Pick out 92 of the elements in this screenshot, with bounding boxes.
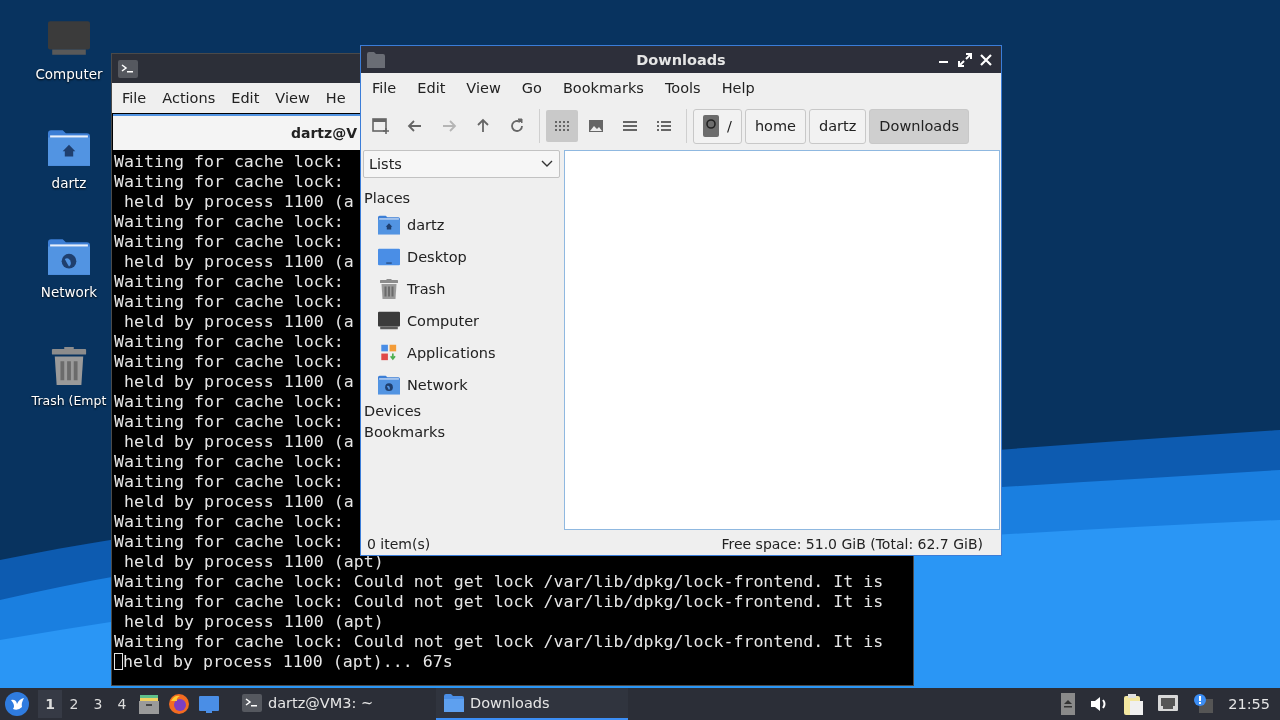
computer-icon <box>48 20 90 58</box>
tab-title: dartz@V <box>291 125 358 141</box>
section-heading[interactable]: Places <box>363 188 562 209</box>
maximize-button[interactable] <box>956 50 974 69</box>
terminal-line: Waiting for cache lock: <box>114 211 344 231</box>
terminal-line: Waiting for cache lock: <box>114 231 344 251</box>
menu-item[interactable]: Actions <box>154 87 224 109</box>
chevron-down-icon <box>541 160 553 168</box>
taskbar-button[interactable]: dartz@VM3: ~ <box>234 688 426 720</box>
menu-item[interactable]: View <box>267 87 318 109</box>
window-title: Downloads <box>635 51 727 68</box>
sidebar-item[interactable]: Desktop <box>363 241 562 273</box>
terminal-line: held by process 1100 (a <box>123 431 354 451</box>
sidebar-item[interactable]: Computer <box>363 305 562 337</box>
path-button[interactable]: home <box>744 108 806 144</box>
path-button[interactable]: dartz <box>809 108 867 144</box>
terminal-tab[interactable]: dartz@V <box>113 116 357 150</box>
section-heading[interactable]: Bookmarks <box>363 422 562 443</box>
menu-item[interactable]: Bookmarks <box>551 77 654 99</box>
desktop-icon-label[interactable]: Network <box>40 284 98 300</box>
terminal-line: Waiting for cache lock: <box>114 391 344 411</box>
workspace-button[interactable]: 4 <box>110 690 134 718</box>
terminal-line: held by process 1100 (a <box>123 251 354 271</box>
menu-item[interactable]: He <box>317 87 354 109</box>
home-folder-icon <box>48 129 90 167</box>
desktop-icon <box>378 247 400 267</box>
sidebar-item[interactable]: dartz <box>363 209 562 241</box>
menu-item[interactable]: Tools <box>653 77 711 99</box>
network-folder-icon <box>378 375 400 395</box>
new-tab-icon <box>371 116 391 136</box>
terminal-line: Waiting for cache lock: <box>114 511 344 531</box>
desktop-icon-label[interactable]: dartz <box>51 175 87 191</box>
workspace-button[interactable]: 1 <box>38 690 62 718</box>
terminal-icon <box>118 59 138 78</box>
terminal-line: held by process 1100 (a <box>123 371 354 391</box>
terminal-line: held by process 1100 (a <box>123 191 354 211</box>
sidebar-item[interactable]: Network <box>363 369 562 401</box>
menu-item[interactable]: View <box>455 77 511 99</box>
trash-icon <box>378 279 400 299</box>
sidebar-item[interactable]: Trash <box>363 273 562 305</box>
desktop-icon[interactable] <box>198 693 220 715</box>
terminal-line: Waiting for cache lock: Could not get lock /var/lib/dpkg/lock-frontend. It is <box>114 631 884 651</box>
terminal-line: held by process 1100 (a <box>123 491 354 511</box>
taskbar-button[interactable]: Downloads <box>436 688 628 720</box>
sidebar-dropdown[interactable]: Lists <box>363 150 560 178</box>
icon-view-button[interactable] <box>546 110 578 142</box>
app-menu-button[interactable] <box>4 691 30 717</box>
path-button[interactable]: Downloads <box>869 108 969 144</box>
terminal-line: Waiting for cache lock: <box>114 331 344 351</box>
workspace-button[interactable]: 3 <box>86 690 110 718</box>
clipboard-icon[interactable] <box>1123 693 1144 715</box>
terminal-line: held by process 1100 (apt)... 67s <box>123 651 453 671</box>
folder-icon <box>367 51 385 68</box>
computer-icon <box>378 311 400 331</box>
terminal-line: Waiting for cache lock: <box>114 451 344 471</box>
clock[interactable]: 21:55 <box>1228 696 1270 712</box>
item-count: 0 item(s) <box>367 536 431 552</box>
terminal-line: Waiting for cache lock: <box>114 291 344 311</box>
terminal-line: Waiting for cache lock: <box>114 411 344 431</box>
notification-icon[interactable] <box>1193 693 1216 715</box>
file-cabinet-icon[interactable] <box>138 693 160 715</box>
desktop-icon-label[interactable]: Computer <box>35 66 103 82</box>
desktop-icon-label[interactable]: Trash (Empt <box>31 393 107 408</box>
terminal-line: Waiting for cache lock: <box>114 151 344 171</box>
terminal-line: Waiting for cache lock: Could not get lock /var/lib/dpkg/lock-frontend. It is <box>114 571 884 591</box>
eject-icon[interactable] <box>1061 693 1076 715</box>
menu-item[interactable]: Help <box>710 77 765 99</box>
terminal-icon <box>242 694 262 712</box>
terminal-line: held by process 1100 (a <box>123 311 354 331</box>
menu-item[interactable]: Edit <box>223 87 268 109</box>
menu-item[interactable]: File <box>361 77 407 99</box>
terminal-line: held by process 1100 (apt) <box>123 611 384 631</box>
terminal-line: held by process 1100 (apt) <box>123 551 384 571</box>
terminal-line: Waiting for cache lock: <box>114 471 344 491</box>
menu-item[interactable]: Go <box>510 77 552 99</box>
sidebar-item[interactable]: Applications <box>363 337 562 369</box>
terminal-line: Waiting for cache lock: <box>114 171 344 191</box>
drive-icon <box>703 115 719 137</box>
menu-item[interactable]: Edit <box>406 77 456 99</box>
home-folder-icon <box>378 215 400 235</box>
free-space-text: Free space: 51.0 GiB (Total: 62.7 GiB) <box>721 536 983 552</box>
terminal-line: Waiting for cache lock: <box>114 351 344 371</box>
terminal-line: Waiting for cache lock: Could not get lock /var/lib/dpkg/lock-frontend. It is <box>114 591 884 611</box>
workspace-button[interactable]: 2 <box>62 690 86 718</box>
folder-icon <box>444 694 464 712</box>
firefox-icon[interactable] <box>168 693 190 715</box>
menu-item[interactable]: File <box>114 87 155 109</box>
section-heading[interactable]: Devices <box>363 401 562 422</box>
network-folder-icon <box>48 238 90 276</box>
terminal-line: Waiting for cache lock: <box>114 531 344 551</box>
terminal-line: Waiting for cache lock: <box>114 271 344 291</box>
path-button[interactable]: / <box>693 108 742 144</box>
